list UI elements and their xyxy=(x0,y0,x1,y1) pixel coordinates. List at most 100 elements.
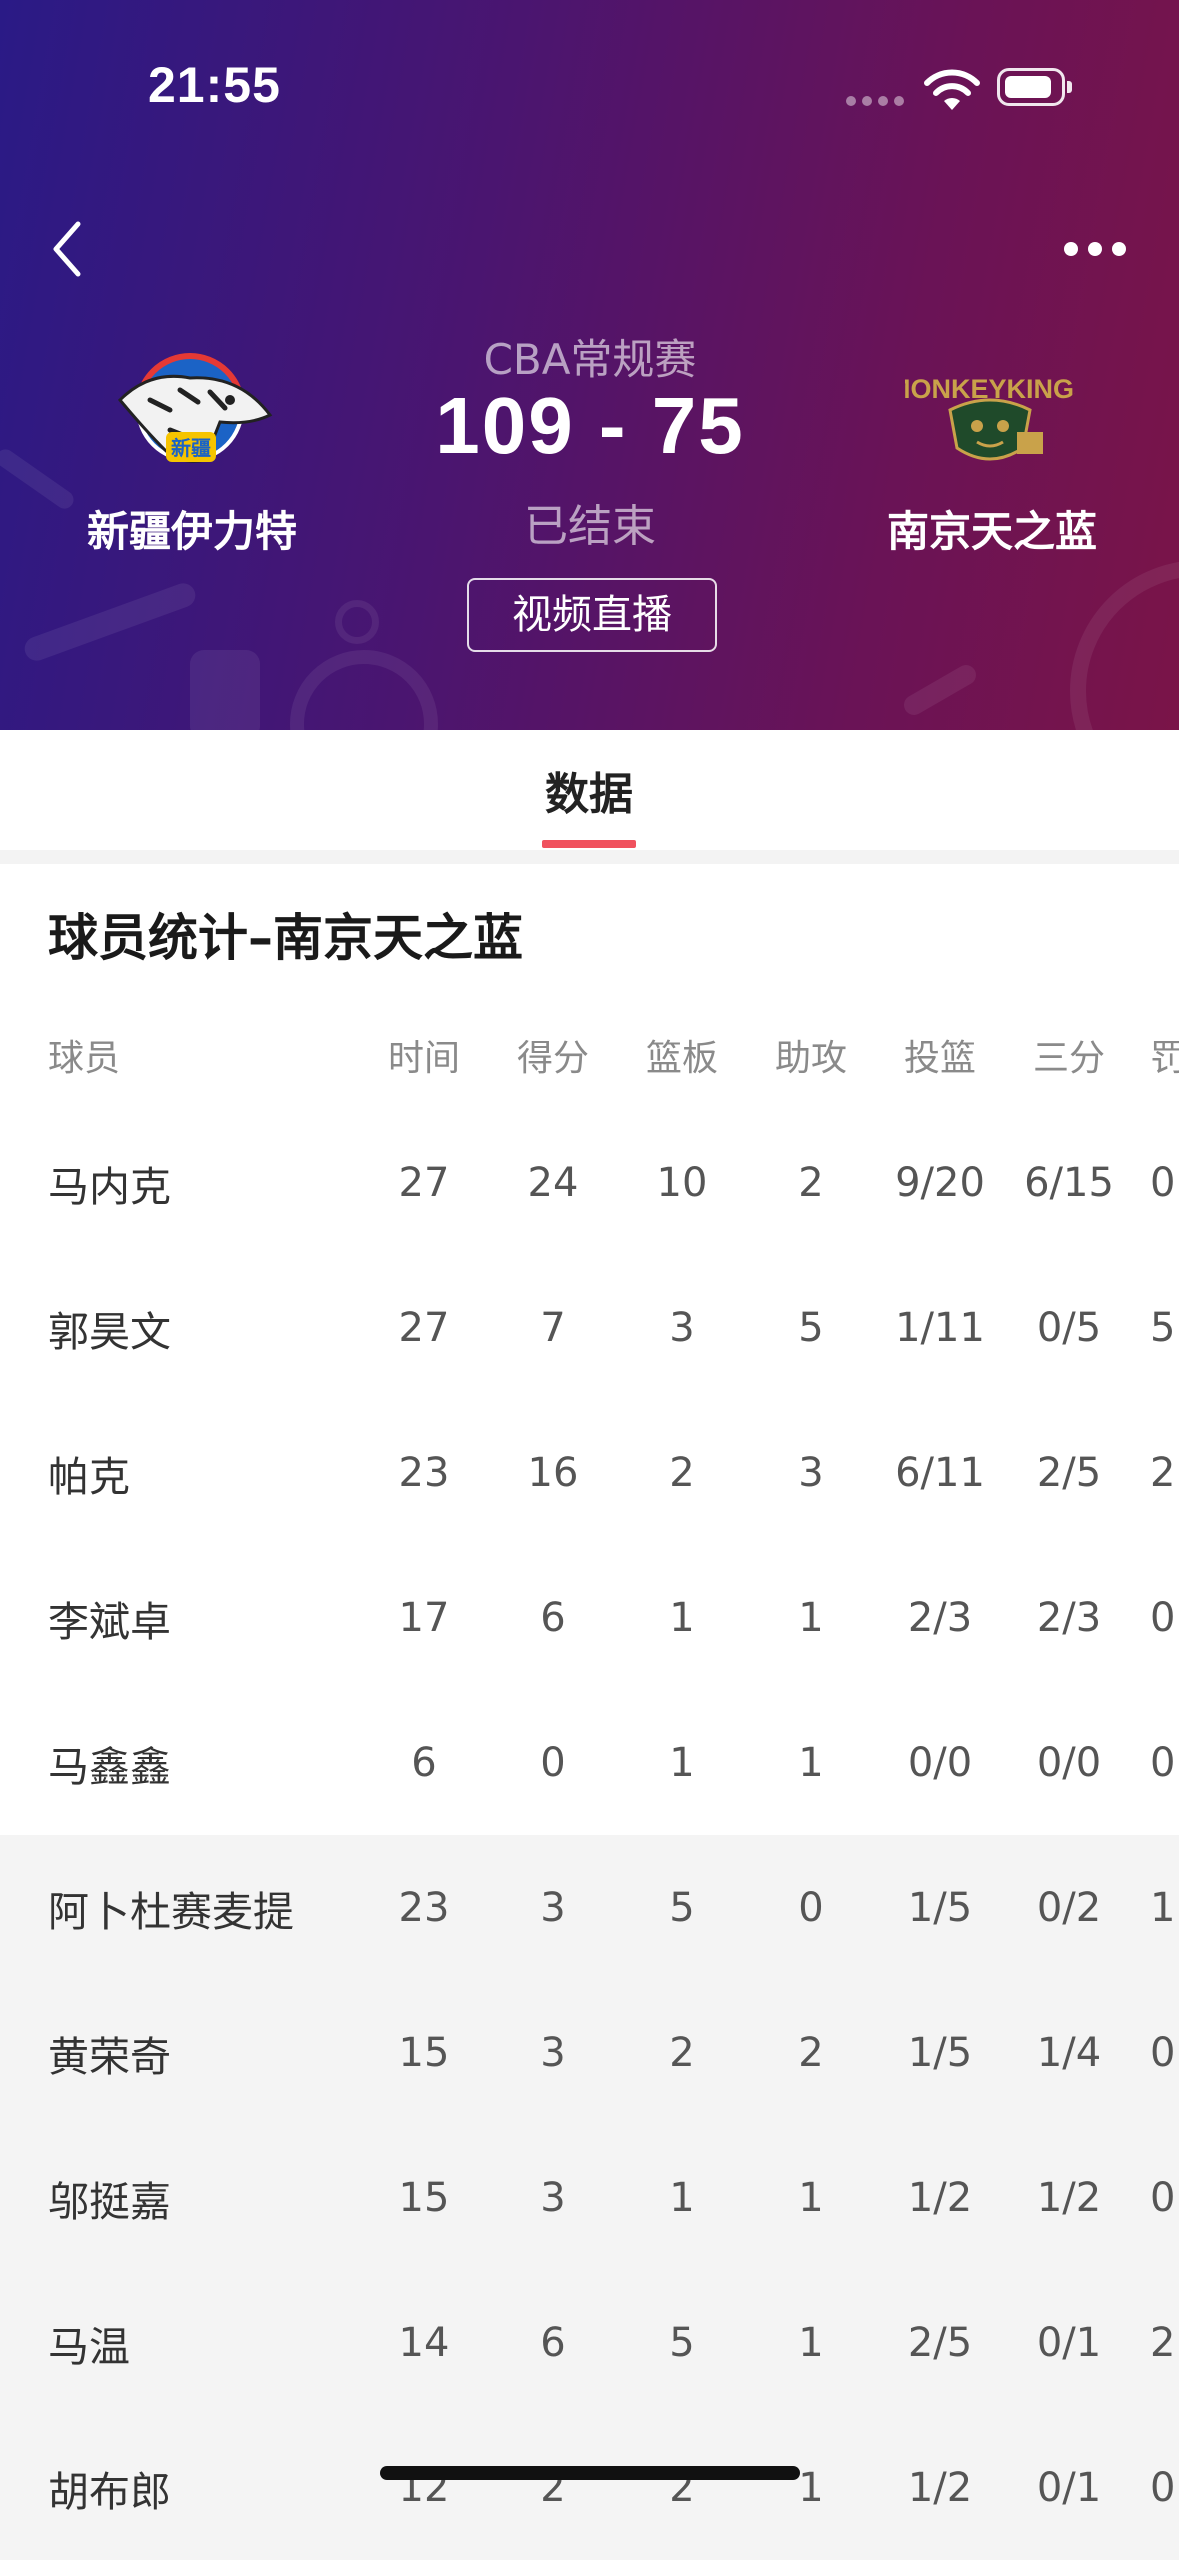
player-name[interactable]: 郭昊文 xyxy=(48,1255,378,1400)
final-score: 109 - 75 xyxy=(435,381,745,470)
player-name[interactable]: 马温 xyxy=(48,2270,378,2415)
table-row[interactable]: 邬挺嘉 15 3 1 1 1/2 1/2 0 xyxy=(0,2125,1179,2270)
table-row[interactable]: 李斌卓 17 6 1 1 2/3 2/3 0 xyxy=(0,1545,1179,1690)
decor-stroke xyxy=(900,661,980,719)
stat-fg: 1/11 xyxy=(895,1304,985,1351)
stat-ft: 0 xyxy=(1150,1739,1176,1786)
stat-reb: 1 xyxy=(669,1739,695,1786)
stat-fg: 1/2 xyxy=(907,2464,973,2511)
stat-pts: 6 xyxy=(540,1594,566,1641)
stat-ft: 0 xyxy=(1150,2464,1176,2511)
stat-ast: 1 xyxy=(798,2319,824,2366)
away-team-name[interactable]: 南京天之蓝 xyxy=(842,498,1142,559)
stat-three: 2/5 xyxy=(1036,1449,1102,1496)
column-header: 球员 xyxy=(48,1038,121,1079)
stat-three: 0/1 xyxy=(1036,2464,1102,2511)
stat-reb: 5 xyxy=(669,2319,695,2366)
player-name[interactable]: 帕克 xyxy=(48,1400,378,1545)
stat-fg: 1/2 xyxy=(907,2174,973,2221)
stat-fg: 9/20 xyxy=(895,1159,985,1206)
player-name[interactable]: 胡布郎 xyxy=(48,2415,378,2560)
stat-time: 27 xyxy=(398,1304,450,1351)
column-header[interactable]: 罚 xyxy=(1150,1000,1179,1110)
stat-ast: 2 xyxy=(798,1159,824,1206)
stat-ast: 1 xyxy=(798,1739,824,1786)
decor-thumb xyxy=(190,650,260,730)
stat-fg: 2/5 xyxy=(907,2319,973,2366)
stat-reb: 5 xyxy=(669,1884,695,1931)
stat-time: 27 xyxy=(398,1159,450,1206)
decor-ring-small xyxy=(335,600,379,644)
stat-reb: 1 xyxy=(669,1594,695,1641)
stat-pts: 24 xyxy=(527,1159,579,1206)
player-name[interactable]: 黄荣奇 xyxy=(48,1980,378,2125)
table-row[interactable]: 阿卜杜赛麦提 23 3 5 0 1/5 0/2 1 xyxy=(0,1835,1179,1980)
column-header[interactable]: 三分 xyxy=(1009,1000,1129,1110)
stat-time: 15 xyxy=(398,2174,450,2221)
player-name[interactable]: 马内克 xyxy=(48,1110,378,1255)
home-logo-text: 新疆 xyxy=(171,436,211,460)
game-status: 已结束 xyxy=(524,501,656,552)
table-row[interactable]: 郭昊文 27 7 3 5 1/11 0/5 5 xyxy=(0,1255,1179,1400)
home-team-name[interactable]: 新疆伊力特 xyxy=(42,498,342,559)
column-header[interactable]: 助攻 xyxy=(751,1000,871,1110)
stat-fg: 6/11 xyxy=(895,1449,985,1496)
table-row[interactable]: 胡布郎 12 2 2 1 1/2 0/1 0 xyxy=(0,2415,1179,2560)
table-header-row: 球员 时间 得分 篮板 助攻 投篮 三分 罚 xyxy=(0,1000,1179,1110)
stat-pts: 7 xyxy=(540,1304,566,1351)
stat-three: 0/1 xyxy=(1036,2319,1102,2366)
table-row[interactable]: 马温 14 6 5 1 2/5 0/1 2 xyxy=(0,2270,1179,2415)
stat-time: 23 xyxy=(398,1884,450,1931)
stat-reb: 1 xyxy=(669,2174,695,2221)
stat-reb: 3 xyxy=(669,1304,695,1351)
stat-three: 2/3 xyxy=(1036,1594,1102,1641)
stat-pts: 6 xyxy=(540,2319,566,2366)
cellular-signal-icon xyxy=(846,96,906,106)
stat-ft: 2 xyxy=(1150,2319,1176,2366)
away-team-logo[interactable]: MONKEYKINGS xyxy=(905,330,1075,480)
league-label: CBA常规赛 xyxy=(483,335,697,384)
stat-pts: 2 xyxy=(540,2464,566,2511)
player-name[interactable]: 马鑫鑫 xyxy=(48,1690,378,1835)
bench-rows: 阿卜杜赛麦提 23 3 5 0 1/5 0/2 1 黄荣奇 15 3 2 2 1/5 1/4 0 邬挺嘉 15 3 1… xyxy=(0,1835,1179,2560)
video-live-button[interactable]: 视频直播 xyxy=(467,578,717,652)
status-time: 21:55 xyxy=(148,57,281,113)
stat-ast: 1 xyxy=(798,2174,824,2221)
stats-section-title: 球员统计–南京天之蓝 xyxy=(48,909,523,967)
table-row[interactable]: 黄荣奇 15 3 2 2 1/5 1/4 0 xyxy=(0,1980,1179,2125)
column-header[interactable]: 投篮 xyxy=(880,1000,1000,1110)
player-name[interactable]: 邬挺嘉 xyxy=(48,2125,378,2270)
table-row[interactable]: 帕克 23 16 2 3 6/11 2/5 2 xyxy=(0,1400,1179,1545)
stat-pts: 3 xyxy=(540,1884,566,1931)
column-header[interactable]: 时间 xyxy=(364,1000,484,1110)
stat-fg: 1/5 xyxy=(907,2029,973,2076)
table-row[interactable]: 马内克 27 24 10 2 9/20 6/15 0 xyxy=(0,1110,1179,1255)
stat-time: 14 xyxy=(398,2319,450,2366)
stat-pts: 3 xyxy=(540,2029,566,2076)
stat-ast: 5 xyxy=(798,1304,824,1351)
tab-data[interactable]: 数据 xyxy=(489,758,689,822)
column-header[interactable]: 得分 xyxy=(493,1000,613,1110)
player-name[interactable]: 阿卜杜赛麦提 xyxy=(48,1835,378,1980)
more-options-icon[interactable] xyxy=(1060,240,1130,260)
stat-ast: 1 xyxy=(798,2464,824,2511)
stat-ft: 2 xyxy=(1150,1449,1176,1496)
stat-fg: 0/0 xyxy=(907,1739,973,1786)
stat-time: 15 xyxy=(398,2029,450,2076)
stat-ast: 1 xyxy=(798,1594,824,1641)
table-row[interactable]: 马鑫鑫 6 0 1 1 0/0 0/0 0 xyxy=(0,1690,1179,1835)
stat-three: 0/0 xyxy=(1036,1739,1102,1786)
stat-ft: 0 xyxy=(1150,2029,1176,2076)
home-indicator[interactable] xyxy=(380,2466,800,2480)
stat-ast: 0 xyxy=(798,1884,824,1931)
stat-fg: 1/5 xyxy=(907,1884,973,1931)
stat-three: 1/4 xyxy=(1036,2029,1102,2076)
home-team-logo[interactable]: 新疆 xyxy=(110,330,280,480)
back-arrow-icon[interactable] xyxy=(44,216,94,282)
player-stats-table[interactable]: 球员 时间 得分 篮板 助攻 投篮 三分 罚 马内克 27 24 10 2 9/20 6/1… xyxy=(0,1000,1179,2560)
stat-reb: 2 xyxy=(669,2029,695,2076)
column-header[interactable]: 篮板 xyxy=(622,1000,742,1110)
stat-reb: 2 xyxy=(669,2464,695,2511)
player-name[interactable]: 李斌卓 xyxy=(48,1545,378,1690)
wifi-icon xyxy=(924,69,980,110)
